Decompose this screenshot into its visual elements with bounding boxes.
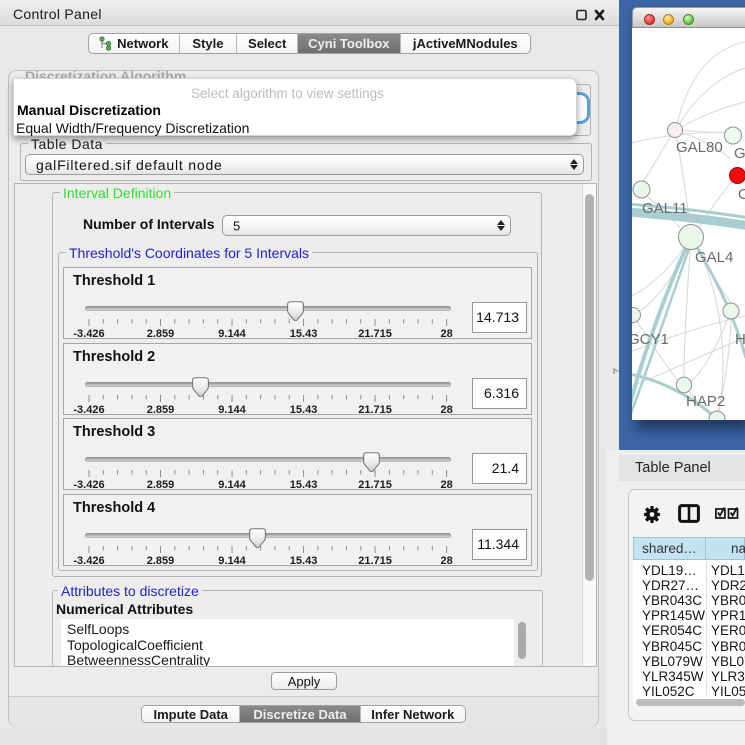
svg-text:GA: GA bbox=[734, 145, 745, 162]
svg-text:C: C bbox=[738, 186, 745, 203]
svg-text:GAL80: GAL80 bbox=[676, 139, 723, 156]
svg-text:GAL11: GAL11 bbox=[642, 200, 688, 217]
svg-text:HAP2: HAP2 bbox=[686, 393, 725, 410]
svg-text:H: H bbox=[735, 331, 745, 348]
svg-text:GCY1: GCY1 bbox=[632, 331, 669, 348]
svg-text:GAL4: GAL4 bbox=[695, 249, 733, 266]
